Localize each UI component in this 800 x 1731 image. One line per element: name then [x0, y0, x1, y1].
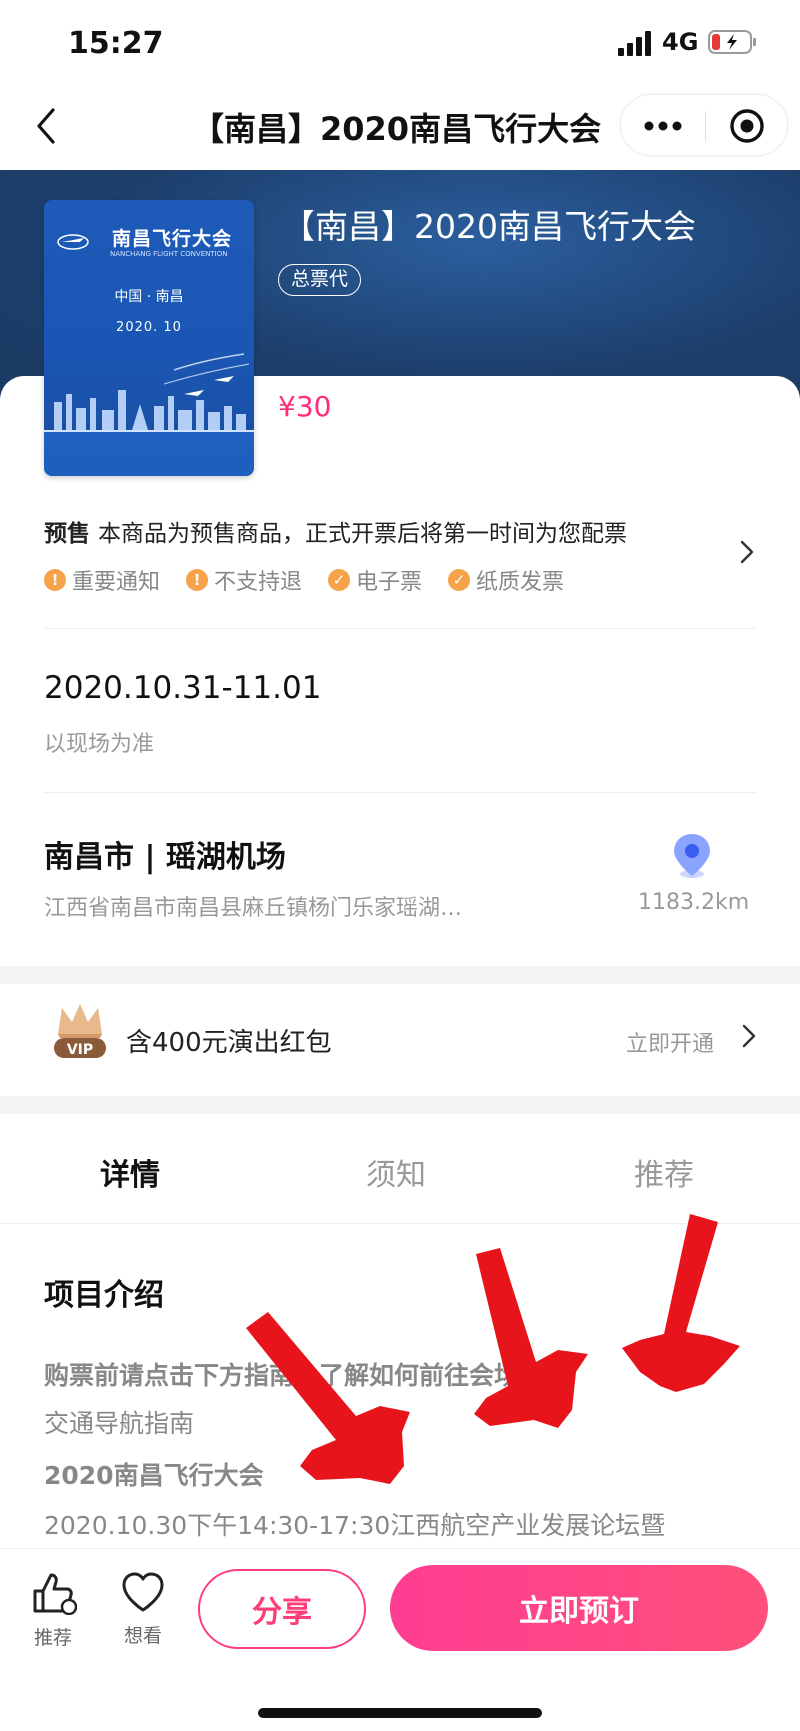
battery-icon [708, 30, 756, 54]
seller-badge: 总票代 [278, 264, 362, 296]
tag-e-ticket[interactable]: ✓ 电子票 [328, 564, 422, 596]
tab-details[interactable]: 详情 [100, 1150, 160, 1194]
chevron-left-icon [37, 108, 55, 144]
more-dots-icon [644, 121, 682, 131]
nav-bar: 【南昌】2020南昌飞行大会 [0, 84, 800, 170]
target-circle-icon [730, 109, 764, 143]
poster-city: 中国 · 南昌 [114, 289, 184, 305]
plane-logo-icon [57, 234, 89, 250]
venue-address[interactable]: 江西省南昌市南昌县麻丘镇杨门乐家瑶湖… [44, 890, 462, 922]
tag-label: 不支持退 [214, 570, 303, 595]
mini-program-capsule [620, 94, 788, 156]
tag-label: 电子票 [356, 570, 423, 595]
annotation-arrow [622, 1214, 740, 1392]
detail-line: 2020.10.30下午14:30-17:30江西航空产业发展论坛暨 [44, 1511, 666, 1540]
venue-distance: 1183.2km [638, 890, 750, 915]
home-bar-area [0, 1666, 800, 1731]
recommend-button[interactable]: 推荐 [22, 1571, 84, 1650]
tab-recommend[interactable]: 推荐 [634, 1150, 694, 1194]
event-poster[interactable]: 南昌飞行大会 NANCHANG FLIGHT CONVENTION 中国 · 南… [44, 200, 254, 476]
city-skyline-image [44, 353, 254, 476]
chevron-right-icon [742, 1024, 756, 1048]
thumbs-up-icon [33, 1573, 78, 1616]
detail-line: 购票前请点击下方指南，了解如何前往会场 [44, 1361, 520, 1390]
more-button[interactable] [621, 95, 705, 157]
tag-label: 纸质发票 [476, 570, 565, 595]
check-icon: ✓ [448, 569, 471, 591]
chevron-right-icon[interactable] [740, 540, 754, 564]
date-note: 以现场为准 [44, 732, 155, 757]
presale-notice[interactable]: 预售 本商品为预售商品，正式开票后将第一时间为您配票 [44, 514, 627, 548]
poster-title: 南昌飞行大会 [112, 228, 233, 250]
exclamation-icon: ! [186, 569, 209, 591]
bottom-action-bar: 推荐 想看 分享 立即预订 [0, 1548, 800, 1666]
tag-label: 重要通知 [72, 570, 161, 595]
back-button[interactable] [22, 102, 70, 150]
home-indicator[interactable] [258, 1708, 542, 1718]
location-pin-icon[interactable] [668, 830, 716, 882]
poster-date: 2020. 10 [116, 320, 182, 335]
vip-banner[interactable]: VIP 含400元演出红包 立即开通 [0, 984, 800, 1096]
nav-title: 【南昌】2020南昌飞行大会 [192, 110, 602, 148]
service-tags: ! 重要通知 ! 不支持退 ✓ 电子票 ✓ 纸质发票 [44, 564, 564, 596]
check-icon: ✓ [328, 569, 351, 591]
network-label: 4G [662, 28, 699, 56]
detail-tabs: 详情 须知 推荐 [0, 1114, 800, 1224]
want-label: 想看 [123, 1625, 162, 1647]
annotation-arrow [474, 1248, 588, 1428]
signal-icon [618, 31, 651, 56]
tag-no-refund[interactable]: ! 不支持退 [186, 564, 302, 596]
section-gap [0, 1096, 800, 1114]
book-now-button[interactable]: 立即预订 [390, 1565, 768, 1651]
vip-text: 含400元演出红包 [126, 1028, 332, 1058]
event-title: 【南昌】2020南昌飞行大会 [282, 207, 696, 246]
status-time: 15:27 [68, 26, 164, 61]
status-bar: 15:27 4G [0, 0, 800, 84]
want-to-see-button[interactable]: 想看 [112, 1571, 174, 1648]
share-button[interactable]: 分享 [198, 1569, 366, 1649]
section-gap [0, 966, 800, 984]
section-title: 项目介绍 [44, 1278, 164, 1313]
price: ¥30 [278, 390, 332, 423]
poster-subtitle: NANCHANG FLIGHT CONVENTION [110, 250, 228, 258]
presale-label: 预售 [44, 521, 90, 547]
event-date: 2020.10.31-11.01 [44, 670, 322, 706]
exclamation-icon: ! [44, 569, 66, 591]
close-miniprogram-button[interactable] [705, 95, 789, 157]
heart-icon [122, 1572, 164, 1612]
vip-activate-link[interactable]: 立即开通 [626, 1026, 714, 1058]
annotation-arrow [246, 1312, 410, 1484]
vip-crown-icon: VIP [54, 1004, 106, 1058]
tab-notice[interactable]: 须知 [366, 1150, 426, 1194]
recommend-label: 推荐 [33, 1627, 72, 1649]
divider [44, 792, 756, 793]
tag-important-notice[interactable]: ! 重要通知 [44, 564, 160, 596]
tag-paper-invoice[interactable]: ✓ 纸质发票 [448, 564, 564, 596]
detail-line: 2020南昌飞行大会 [44, 1461, 264, 1490]
vip-badge-text: VIP [67, 1042, 93, 1058]
transport-guide-link[interactable]: 交通导航指南 [44, 1404, 194, 1440]
venue-name[interactable]: 南昌市 | 瑶湖机场 [44, 832, 286, 876]
divider [44, 628, 756, 629]
presale-text: 本商品为预售商品，正式开票后将第一时间为您配票 [98, 521, 627, 547]
